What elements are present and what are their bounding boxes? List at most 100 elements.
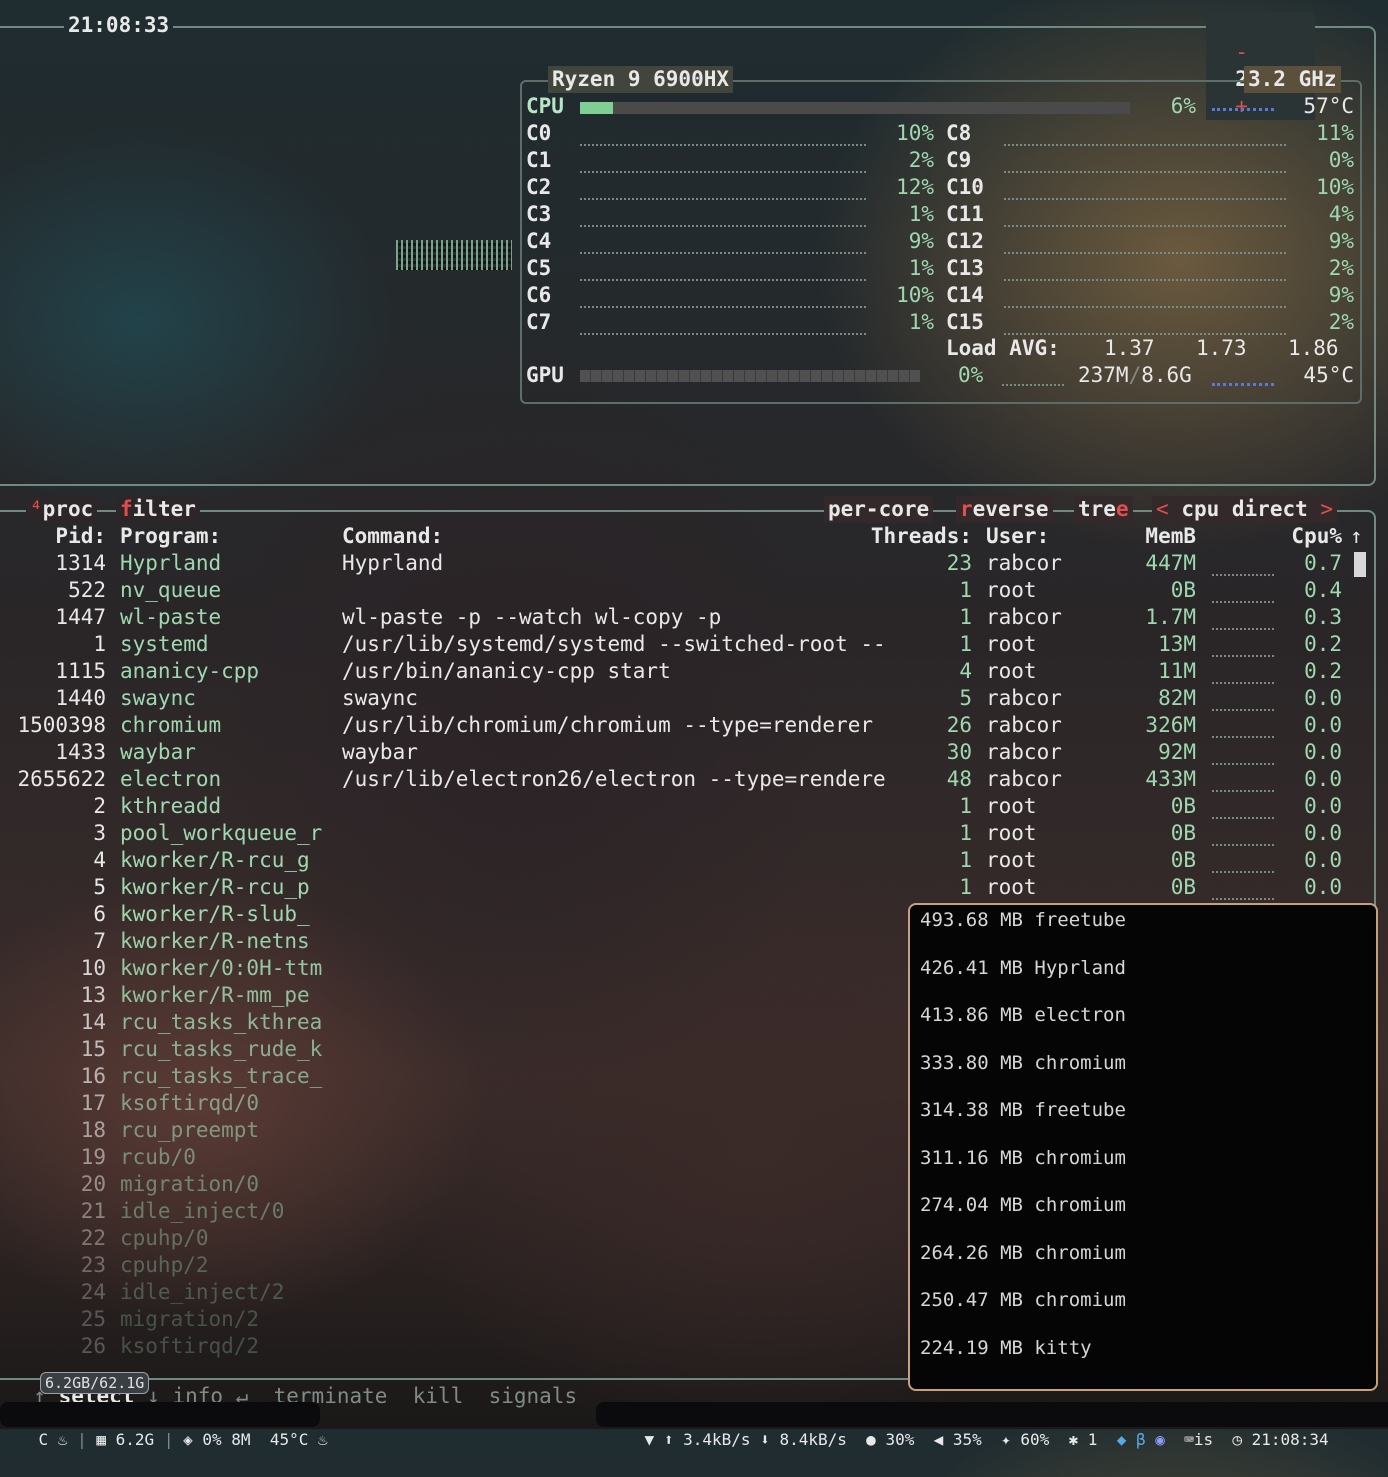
system-stats-module[interactable]: C ♨ | ▦ 6.2G | ◈ 0% 8M 45°C ♨ — [0, 1402, 328, 1449]
table-row[interactable]: 522 nv_queue 1 root 0B 0.4 — [0, 577, 1350, 604]
memory-used: 6.2G — [115, 1430, 155, 1449]
table-row[interactable]: 1433 waybar waybar 30 rabcor 92M 0.0 — [0, 739, 1350, 766]
table-row[interactable]: 1440 swaync swaync 5 rabcor 82M 0.0 — [0, 685, 1350, 712]
row-program: rcu_tasks_kthrea — [120, 1010, 323, 1034]
proc-scrollbar-thumb[interactable] — [1354, 552, 1366, 577]
col-mem[interactable]: MemB — [1110, 523, 1196, 550]
proc-title-superscript: ⁴ — [30, 497, 43, 521]
row-program: kworker/0:0H-ttm — [120, 956, 323, 980]
cpu-abbrev: C — [38, 1430, 49, 1449]
sort-prev-button[interactable]: < — [1156, 497, 1169, 521]
col-program[interactable]: Program: — [120, 523, 221, 550]
table-row[interactable]: 5 kworker/R-rcu_p 1 root 0B 0.0 — [0, 874, 1350, 901]
core-percent: 9% — [1328, 229, 1354, 253]
col-threads[interactable]: Threads: — [840, 523, 972, 550]
item-size: 314.38 MB — [920, 1099, 1023, 1121]
filter-button[interactable]: filter — [116, 496, 200, 523]
core-percent: 10% — [896, 121, 934, 145]
row-program: rcu_tasks_trace_ — [120, 1064, 323, 1088]
row-program: electron — [120, 767, 222, 791]
core-label: C7 — [526, 310, 552, 334]
row-pid: 2655622 — [17, 767, 106, 791]
item-size: 264.26 MB — [920, 1241, 1023, 1264]
load-avg-1: 1.37 — [1104, 336, 1155, 360]
core-label: C1 — [526, 148, 552, 172]
col-command[interactable]: Command: — [342, 523, 443, 550]
table-row[interactable]: 4 kworker/R-rcu_g 1 root 0B 0.0 — [0, 847, 1350, 874]
reverse-toggle[interactable]: reverse — [956, 496, 1053, 523]
table-row[interactable]: 2655622 electron/usr/lib/electron26/elect… — [0, 766, 1350, 793]
row-pid: 4 — [93, 848, 106, 872]
row-pid: 18 — [80, 1118, 106, 1142]
network-download[interactable]: 8.4kB/s — [779, 1430, 846, 1449]
core-label: C4 — [526, 229, 552, 253]
row-user: rabcor — [986, 713, 1062, 737]
row-threads: 48 — [946, 767, 972, 791]
keyboard-layout[interactable]: is — [1194, 1430, 1213, 1449]
interval-decrease-button[interactable]: - — [1235, 40, 1248, 64]
network-upload[interactable]: 3.4kB/s — [683, 1430, 750, 1449]
sort-next-button[interactable]: > — [1320, 497, 1333, 521]
row-cpu-graph — [1212, 734, 1274, 738]
reverse-hotkey: r — [960, 497, 973, 521]
row-cpu-graph — [1212, 599, 1274, 603]
bluetooth-tray-icon[interactable]: β — [1136, 1430, 1146, 1449]
row-cpu-graph — [1212, 815, 1274, 819]
table-row[interactable]: 1447 wl-paste wl-paste -p --watch wl-copy … — [0, 604, 1350, 631]
tree-hotkey: e — [1115, 497, 1129, 521]
memory-tooltip: 6.2GB/62.1G — [40, 1372, 150, 1394]
row-pid: 6 — [93, 902, 106, 926]
microphone-level[interactable]: 30% — [885, 1430, 914, 1449]
table-row[interactable]: 1 systemd/usr/lib/systemd/systemd --switc… — [0, 631, 1350, 658]
table-row[interactable]: 2 kthreadd 1 root 0B 0.0 — [0, 793, 1350, 820]
row-program: cpuhp/2 — [120, 1253, 209, 1277]
core-usage-graph — [580, 304, 866, 308]
row-program: kworker/R-mm_pe — [120, 983, 310, 1007]
row-pid: 1433 — [55, 740, 106, 764]
status-clock[interactable]: 21:08:34 — [1252, 1430, 1329, 1449]
core-label: C2 — [526, 175, 552, 199]
core-usage-graph — [1004, 223, 1286, 227]
row-user: root — [986, 659, 1037, 683]
row-command: swaync — [342, 686, 418, 710]
discord-icon[interactable]: ◉ — [1155, 1430, 1165, 1449]
table-row[interactable]: 1500398 chromium/usr/lib/chromium/chromiu… — [0, 712, 1350, 739]
flame-icon: ♨ — [57, 1430, 68, 1449]
flame-icon: ♨ — [318, 1430, 328, 1449]
core-usage-graph — [580, 142, 866, 146]
status-bar: C ♨ | ▦ 6.2G | ◈ 0% 8M 45°C ♨ ▼ ⬆ 3.4kB/… — [0, 1400, 1388, 1449]
cpu-total-percent: 6% — [1170, 94, 1196, 118]
core-percent: 2% — [1328, 256, 1354, 280]
cpu-total-bar-track — [580, 102, 1130, 114]
table-row[interactable]: 1115 ananicy-cpp/usr/bin/ananicy-cpp star… — [0, 658, 1350, 685]
cpu-model: Ryzen 9 6900HX — [548, 66, 734, 93]
col-user[interactable]: User: — [986, 523, 1049, 550]
row-command: waybar — [342, 740, 418, 764]
table-row[interactable]: 1314 Hyprland Hyprland 23 rabcor 447M 0.7 — [0, 550, 1350, 577]
bluetooth-count[interactable]: 1 — [1088, 1430, 1098, 1449]
core-usage-graph — [1004, 196, 1286, 200]
row-program: migration/0 — [120, 1172, 260, 1196]
row-threads: 1 — [959, 821, 972, 845]
core-percent: 4% — [1328, 202, 1354, 226]
row-program: wl-paste — [120, 605, 222, 629]
load-avg-5: 1.73 — [1196, 336, 1247, 360]
row-pid: 20 — [80, 1172, 106, 1196]
row-program: ananicy-cpp — [120, 659, 260, 683]
table-row[interactable]: 3 pool_workqueue_r 1 root 0B 0.0 — [0, 820, 1350, 847]
row-command: /usr/lib/electron26/electron --type=rend… — [342, 767, 886, 791]
volume-level[interactable]: 35% — [953, 1430, 982, 1449]
brightness-level[interactable]: 60% — [1020, 1430, 1049, 1449]
tree-toggle[interactable]: tree — [1074, 496, 1133, 523]
per-core-toggle[interactable]: per-core — [824, 496, 934, 523]
col-pid[interactable]: Pid: — [0, 523, 106, 550]
row-program: swaync — [120, 686, 196, 710]
col-cpu[interactable]: Cpu% — [1270, 523, 1342, 550]
row-mem: 326M — [1145, 713, 1196, 737]
gpu-percent: 0% — [958, 363, 984, 387]
row-cpu: 0.4 — [1304, 578, 1342, 602]
tray-app-icon[interactable]: ◆ — [1117, 1430, 1127, 1449]
item-size: 493.68 MB — [920, 909, 1023, 931]
cpu-frequency: 3.2 GHz — [1244, 66, 1341, 93]
keyboard-icon: ⌨ — [1184, 1430, 1194, 1449]
